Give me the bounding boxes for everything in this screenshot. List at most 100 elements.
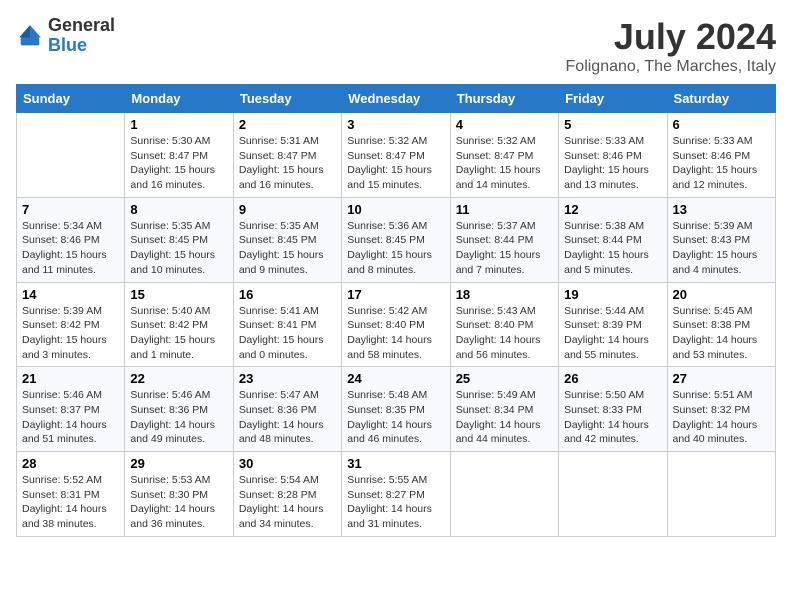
cell-info: Sunrise: 5:44 AMSunset: 8:39 PMDaylight:…	[564, 304, 661, 363]
calendar-cell: 15 Sunrise: 5:40 AMSunset: 8:42 PMDayligh…	[125, 282, 233, 367]
calendar-cell: 26 Sunrise: 5:50 AMSunset: 8:33 PMDayligh…	[559, 367, 667, 452]
calendar-cell: 6 Sunrise: 5:33 AMSunset: 8:46 PMDaylight…	[667, 113, 775, 198]
calendar-cell: 31Sunrise: 5:55 AMSunset: 8:27 PMDayligh…	[342, 452, 450, 537]
cell-info: Sunrise: 5:46 AMSunset: 8:36 PMDaylight:…	[130, 388, 227, 447]
day-number: 17	[347, 287, 444, 302]
weekday-header-saturday: Saturday	[667, 85, 775, 113]
calendar-cell: 17 Sunrise: 5:42 AMSunset: 8:40 PMDayligh…	[342, 282, 450, 367]
day-number: 10	[347, 202, 444, 217]
calendar-cell: 10 Sunrise: 5:36 AMSunset: 8:45 PMDayligh…	[342, 197, 450, 282]
logo: General Blue	[16, 16, 115, 56]
day-number: 1	[130, 117, 227, 132]
cell-info: Sunrise: 5:33 AMSunset: 8:46 PMDaylight:…	[673, 134, 770, 193]
calendar-cell	[667, 452, 775, 537]
day-number: 11	[456, 202, 553, 217]
logo-general: General	[48, 16, 115, 36]
cell-info: Sunrise: 5:54 AMSunset: 8:28 PMDaylight:…	[239, 473, 336, 532]
calendar-cell: 2 Sunrise: 5:31 AMSunset: 8:47 PMDaylight…	[233, 113, 341, 198]
day-number: 20	[673, 287, 770, 302]
day-number: 22	[130, 371, 227, 386]
calendar-cell: 9Sunrise: 5:35 AMSunset: 8:45 PMDaylight…	[233, 197, 341, 282]
day-number: 12	[564, 202, 661, 217]
day-number: 24	[347, 371, 444, 386]
calendar-cell: 12 Sunrise: 5:38 AMSunset: 8:44 PMDayligh…	[559, 197, 667, 282]
cell-info: Sunrise: 5:48 AMSunset: 8:35 PMDaylight:…	[347, 388, 444, 447]
weekday-header-thursday: Thursday	[450, 85, 558, 113]
cell-info: Sunrise: 5:50 AMSunset: 8:33 PMDaylight:…	[564, 388, 661, 447]
calendar-cell: 30 Sunrise: 5:54 AMSunset: 8:28 PMDayligh…	[233, 452, 341, 537]
calendar-cell: 19Sunrise: 5:44 AMSunset: 8:39 PMDayligh…	[559, 282, 667, 367]
cell-info: Sunrise: 5:35 AMSunset: 8:45 PMDaylight:…	[130, 219, 227, 278]
cell-info: Sunrise: 5:43 AMSunset: 8:40 PMDaylight:…	[456, 304, 553, 363]
calendar-table: SundayMondayTuesdayWednesdayThursdayFrid…	[16, 84, 776, 537]
calendar-cell: 8 Sunrise: 5:35 AMSunset: 8:45 PMDaylight…	[125, 197, 233, 282]
weekday-header-tuesday: Tuesday	[233, 85, 341, 113]
calendar-cell: 14 Sunrise: 5:39 AMSunset: 8:42 PMDayligh…	[17, 282, 125, 367]
calendar-week-row: 28Sunrise: 5:52 AMSunset: 8:31 PMDayligh…	[17, 452, 776, 537]
day-number: 23	[239, 371, 336, 386]
location-title: Folignano, The Marches, Italy	[566, 58, 776, 76]
cell-info: Sunrise: 5:38 AMSunset: 8:44 PMDaylight:…	[564, 219, 661, 278]
calendar-cell: 1 Sunrise: 5:30 AMSunset: 8:47 PMDaylight…	[125, 113, 233, 198]
calendar-cell: 21 Sunrise: 5:46 AMSunset: 8:37 PMDayligh…	[17, 367, 125, 452]
day-number: 5	[564, 117, 661, 132]
day-number: 28	[22, 456, 119, 471]
day-number: 21	[22, 371, 119, 386]
title-block: July 2024 Folignano, The Marches, Italy	[566, 16, 776, 76]
calendar-week-row: 21 Sunrise: 5:46 AMSunset: 8:37 PMDayligh…	[17, 367, 776, 452]
month-title: July 2024	[566, 16, 776, 58]
day-number: 14	[22, 287, 119, 302]
cell-info: Sunrise: 5:32 AMSunset: 8:47 PMDaylight:…	[347, 134, 444, 193]
day-number: 18	[456, 287, 553, 302]
cell-info: Sunrise: 5:39 AMSunset: 8:43 PMDaylight:…	[673, 219, 770, 278]
weekday-header-sunday: Sunday	[17, 85, 125, 113]
logo-icon	[16, 22, 44, 50]
day-number: 29	[130, 456, 227, 471]
cell-info: Sunrise: 5:40 AMSunset: 8:42 PMDaylight:…	[130, 304, 227, 363]
cell-info: Sunrise: 5:47 AMSunset: 8:36 PMDaylight:…	[239, 388, 336, 447]
page-header: General Blue July 2024 Folignano, The Ma…	[16, 16, 776, 76]
cell-info: Sunrise: 5:49 AMSunset: 8:34 PMDaylight:…	[456, 388, 553, 447]
calendar-cell: 16 Sunrise: 5:41 AMSunset: 8:41 PMDayligh…	[233, 282, 341, 367]
logo-text: General Blue	[48, 16, 115, 56]
day-number: 16	[239, 287, 336, 302]
day-number: 7	[22, 202, 119, 217]
cell-info: Sunrise: 5:31 AMSunset: 8:47 PMDaylight:…	[239, 134, 336, 193]
weekday-header-monday: Monday	[125, 85, 233, 113]
calendar-cell: 29 Sunrise: 5:53 AMSunset: 8:30 PMDayligh…	[125, 452, 233, 537]
cell-info: Sunrise: 5:30 AMSunset: 8:47 PMDaylight:…	[130, 134, 227, 193]
day-number: 26	[564, 371, 661, 386]
cell-info: Sunrise: 5:53 AMSunset: 8:30 PMDaylight:…	[130, 473, 227, 532]
cell-info: Sunrise: 5:39 AMSunset: 8:42 PMDaylight:…	[22, 304, 119, 363]
weekday-header-wednesday: Wednesday	[342, 85, 450, 113]
day-number: 13	[673, 202, 770, 217]
weekday-header-row: SundayMondayTuesdayWednesdayThursdayFrid…	[17, 85, 776, 113]
calendar-cell: 28Sunrise: 5:52 AMSunset: 8:31 PMDayligh…	[17, 452, 125, 537]
day-number: 27	[673, 371, 770, 386]
cell-info: Sunrise: 5:36 AMSunset: 8:45 PMDaylight:…	[347, 219, 444, 278]
calendar-cell: 4Sunrise: 5:32 AMSunset: 8:47 PMDaylight…	[450, 113, 558, 198]
calendar-cell: 13 Sunrise: 5:39 AMSunset: 8:43 PMDayligh…	[667, 197, 775, 282]
cell-info: Sunrise: 5:41 AMSunset: 8:41 PMDaylight:…	[239, 304, 336, 363]
calendar-cell	[559, 452, 667, 537]
weekday-header-friday: Friday	[559, 85, 667, 113]
calendar-week-row: 1 Sunrise: 5:30 AMSunset: 8:47 PMDaylight…	[17, 113, 776, 198]
calendar-cell	[17, 113, 125, 198]
calendar-cell: 20 Sunrise: 5:45 AMSunset: 8:38 PMDayligh…	[667, 282, 775, 367]
day-number: 9	[239, 202, 336, 217]
calendar-cell: 23 Sunrise: 5:47 AMSunset: 8:36 PMDayligh…	[233, 367, 341, 452]
cell-info: Sunrise: 5:51 AMSunset: 8:32 PMDaylight:…	[673, 388, 770, 447]
day-number: 15	[130, 287, 227, 302]
cell-info: Sunrise: 5:46 AMSunset: 8:37 PMDaylight:…	[22, 388, 119, 447]
day-number: 6	[673, 117, 770, 132]
cell-info: Sunrise: 5:34 AMSunset: 8:46 PMDaylight:…	[22, 219, 119, 278]
calendar-cell: 27 Sunrise: 5:51 AMSunset: 8:32 PMDayligh…	[667, 367, 775, 452]
day-number: 30	[239, 456, 336, 471]
day-number: 3	[347, 117, 444, 132]
cell-info: Sunrise: 5:45 AMSunset: 8:38 PMDaylight:…	[673, 304, 770, 363]
calendar-cell: 5Sunrise: 5:33 AMSunset: 8:46 PMDaylight…	[559, 113, 667, 198]
day-number: 8	[130, 202, 227, 217]
calendar-cell: 3 Sunrise: 5:32 AMSunset: 8:47 PMDaylight…	[342, 113, 450, 198]
cell-info: Sunrise: 5:42 AMSunset: 8:40 PMDaylight:…	[347, 304, 444, 363]
day-number: 2	[239, 117, 336, 132]
